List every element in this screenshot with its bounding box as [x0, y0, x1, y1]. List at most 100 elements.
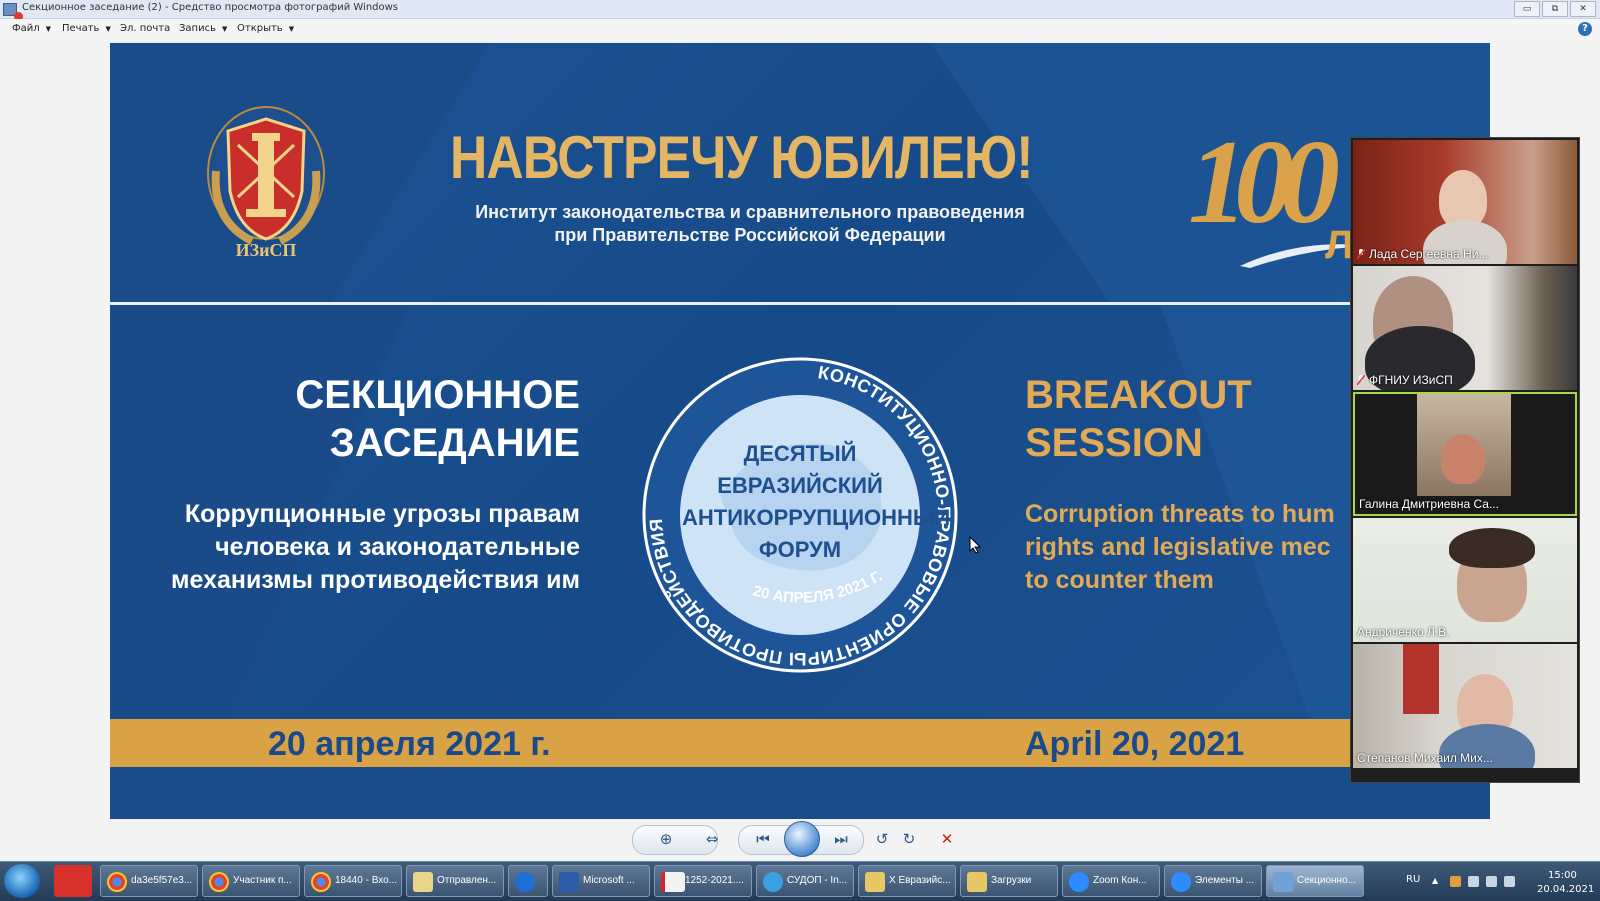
menu-file[interactable]: Файл ▼: [12, 23, 51, 34]
network-icon[interactable]: [1486, 876, 1497, 887]
participant-name: Андриченко Л.В.: [1357, 625, 1450, 639]
taskbar-item[interactable]: Microsoft ...: [552, 865, 650, 897]
session-title-en: BREAKOUT SESSION: [1025, 373, 1252, 465]
taskbar-item-active[interactable]: Секционно...: [1266, 865, 1364, 897]
seal-center-line-1: ДЕСЯТЫЙ: [743, 441, 857, 466]
participant-tile-active[interactable]: Галина Дмитриевна Са...: [1353, 392, 1577, 516]
security-icon[interactable]: [1450, 876, 1461, 887]
taskbar: da3e5f57e3... Участник п... 18440 - Вхо.…: [0, 861, 1600, 901]
participants-panel: Лада Сергеевна Ни... ФГНИУ ИЗиСП Галина …: [1350, 137, 1580, 783]
folder-icon: [865, 872, 885, 892]
session-title-ru: СЕКЦИОННОЕ ЗАСЕДАНИЕ: [295, 373, 580, 465]
rotate-left-icon[interactable]: ↺: [871, 828, 893, 850]
mouse-cursor-icon: [969, 536, 981, 554]
taskbar-item[interactable]: [508, 865, 548, 897]
participant-tile[interactable]: Лада Сергеевна Ни...: [1353, 140, 1577, 264]
clock-time[interactable]: 15:00: [1548, 870, 1577, 881]
taskbar-item[interactable]: Zoom Кон...: [1062, 865, 1160, 897]
menu-print[interactable]: Печать ▼: [62, 23, 111, 34]
zoom-icon: [1171, 872, 1191, 892]
taskbar-item[interactable]: 1252-2021....: [654, 865, 752, 897]
menu-open[interactable]: Открыть ▼: [237, 23, 294, 34]
taskbar-item[interactable]: Отправлен...: [406, 865, 504, 897]
slideshow-button[interactable]: [784, 821, 820, 857]
restore-button[interactable]: ⧉: [1542, 1, 1568, 17]
fit-icon[interactable]: ⇔: [701, 828, 723, 850]
folder-mail-icon: [413, 872, 433, 892]
taskbar-item[interactable]: X Евразийс...: [858, 865, 956, 897]
anniversary-suffix: Л: [1325, 223, 1354, 267]
date-en: April 20, 2021: [1025, 725, 1245, 763]
institute-name: Институт законодательства и сравнительно…: [450, 201, 1050, 247]
chrome-icon: [107, 872, 127, 892]
session-topic-ru: Коррупционные угрозы правам человека и з…: [171, 500, 580, 594]
seal-center-line-2: ЕВРАЗИЙСКИЙ: [717, 473, 883, 498]
show-hidden-icons-icon[interactable]: ▲: [1432, 876, 1443, 887]
taskbar-item[interactable]: Участник п...: [202, 865, 300, 897]
participant-name: Степанов Михаил Мих...: [1357, 751, 1493, 765]
chrome-icon: [311, 872, 331, 892]
photo-viewer-icon: [1273, 872, 1293, 892]
close-button[interactable]: ✕: [1570, 1, 1596, 17]
next-icon[interactable]: ⏭: [830, 828, 852, 850]
teamviewer-icon: [515, 872, 535, 892]
institute-line-1: Институт законодательства и сравнительно…: [475, 202, 1025, 222]
minimize-button[interactable]: ▭: [1514, 1, 1540, 17]
svg-text:ИЗиСП: ИЗиСП: [236, 240, 297, 260]
pinned-app-icon[interactable]: [54, 865, 92, 897]
window-title: Секционное заседание (2) - Средство прос…: [22, 2, 399, 13]
muted-mic-icon: [1357, 375, 1365, 385]
anniversary-number: 100: [1188, 115, 1340, 248]
participant-video: [1449, 528, 1535, 568]
seal-center-line-3: АНТИКОРРУПЦИОННЫЙ: [682, 505, 951, 530]
muted-mic-icon: [1357, 249, 1365, 259]
chrome-icon: [209, 872, 229, 892]
menu-bar: Файл ▼ Печать ▼ Эл. почта Запись ▼ Открыть ▼…: [0, 19, 1600, 41]
window-titlebar: Секционное заседание (2) - Средство прос…: [0, 0, 1600, 21]
institute-emblem-icon: ИЗиСП: [207, 106, 325, 260]
pdf-icon: [661, 872, 685, 892]
internet-explorer-icon: [763, 872, 783, 892]
participant-name: Галина Дмитриевна Са...: [1359, 497, 1499, 511]
viewer-toolbar: ⊕ ⇔ ⏮ ⏭ ↺ ↻ ✕: [0, 819, 1600, 861]
chevron-down-icon: ▼: [105, 25, 111, 33]
slide-divider: [110, 302, 1490, 305]
taskbar-item[interactable]: Элементы ...: [1164, 865, 1262, 897]
slide-image: ИЗиСП НАВСТРЕЧУ ЮБИЛЕЮ! Институт законод…: [110, 43, 1490, 819]
clock-date[interactable]: 20.04.2021: [1537, 884, 1594, 895]
rotate-right-icon[interactable]: ↻: [898, 828, 920, 850]
taskbar-item[interactable]: da3e5f57e3...: [100, 865, 198, 897]
flag-icon[interactable]: [1468, 876, 1479, 887]
folder-icon: [967, 872, 987, 892]
zoom-icon: [1069, 872, 1089, 892]
help-icon[interactable]: ?: [1578, 22, 1592, 36]
taskbar-item[interactable]: Загрузки: [960, 865, 1058, 897]
slide-headline: НАВСТРЕЧУ ЮБИЛЕЮ!: [450, 124, 1033, 191]
chevron-down-icon: ▼: [288, 25, 295, 33]
delete-icon[interactable]: ✕: [936, 828, 958, 850]
participant-name: ФГНИУ ИЗиСП: [1357, 373, 1453, 387]
taskbar-item[interactable]: 18440 - Вхо...: [304, 865, 402, 897]
previous-icon[interactable]: ⏮: [752, 828, 774, 850]
institute-line-2: при Правительстве Российской Федерации: [554, 225, 946, 245]
seal-center-line-4: ФОРУМ: [758, 537, 842, 562]
taskbar-item[interactable]: СУДОП - In...: [756, 865, 854, 897]
system-tray: RU ▲ 15:00 20.04.2021: [1398, 862, 1600, 901]
participant-tile[interactable]: ФГНИУ ИЗиСП: [1353, 266, 1577, 390]
participant-tile[interactable]: Степанов Михаил Мих...: [1353, 644, 1577, 768]
participant-tile[interactable]: Андриченко Л.В.: [1353, 518, 1577, 642]
date-ru: 20 апреля 2021 г.: [268, 725, 551, 763]
participant-video: [1441, 434, 1485, 484]
seal-center-text: ДЕСЯТЫЙ ЕВРАЗИЙСКИЙ АНТИКОРРУПЦИОННЫЙ ФО…: [682, 438, 951, 566]
participant-name: Лада Сергеевна Ни...: [1357, 247, 1488, 261]
chevron-down-icon: ▼: [45, 25, 52, 33]
zoom-icon[interactable]: ⊕: [655, 828, 677, 850]
flag-icon: [1403, 644, 1439, 714]
menu-email[interactable]: Эл. почта: [120, 23, 170, 34]
chevron-down-icon: ▼: [221, 25, 228, 33]
start-button[interactable]: [4, 864, 40, 898]
menu-burn[interactable]: Запись ▼: [179, 23, 227, 34]
word-icon: [559, 872, 579, 892]
language-indicator[interactable]: RU: [1406, 874, 1420, 885]
volume-icon[interactable]: [1504, 876, 1515, 887]
